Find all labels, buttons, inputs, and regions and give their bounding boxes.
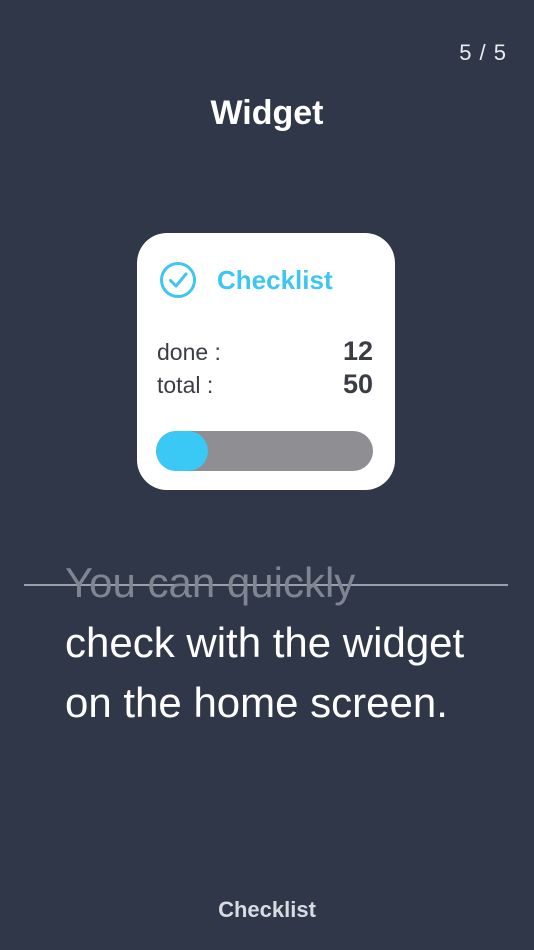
done-row: done : 12 xyxy=(157,336,373,367)
description-faded-line: You can quickly xyxy=(65,559,356,606)
description-text: You can quickly check with the widget on… xyxy=(65,553,505,733)
total-label: total : xyxy=(157,372,214,398)
page-title: Widget xyxy=(210,94,324,132)
widget-title: Checklist xyxy=(217,264,333,295)
widget-header: Checklist xyxy=(159,261,333,299)
widget-card: Checklist done : 12 total : 50 xyxy=(137,233,395,490)
progress-fill xyxy=(156,431,209,471)
done-value: 12 xyxy=(342,336,373,366)
progress-bar xyxy=(156,431,373,471)
total-value: 50 xyxy=(342,369,373,399)
check-circle-icon xyxy=(159,261,197,299)
description-main-text: check with the widget on the home screen… xyxy=(65,619,465,726)
page-counter: 5 / 5 xyxy=(459,40,507,65)
footer-label: Checklist xyxy=(218,897,316,922)
done-label: done : xyxy=(157,339,221,365)
total-row: total : 50 xyxy=(157,369,373,400)
